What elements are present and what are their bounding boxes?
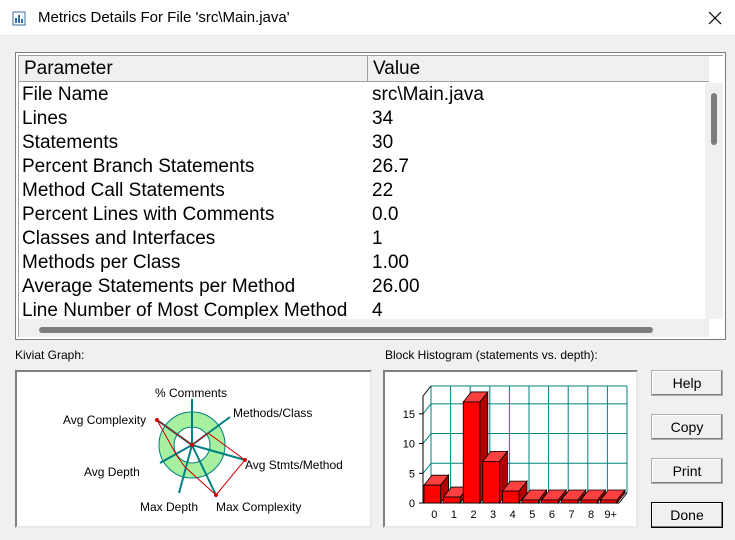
close-button[interactable] [695,0,735,36]
kiviat-axis-avg-complexity: Avg Complexity [63,413,146,427]
bar [482,460,500,504]
table-row[interactable]: Statements 30 [19,131,709,155]
bar [521,499,540,504]
bar [502,490,520,504]
y-axis-top-edge [422,385,432,397]
y-tick-label: 0 [409,498,415,510]
table-row[interactable]: Lines 34 [19,107,709,131]
parameter-cell: Methods per Class [22,252,181,273]
copy-button[interactable]: Copy [651,414,723,440]
kiviat-axis-avg-stmts-method: Avg Stmts/Method [245,458,343,472]
kiviat-panel: % Comments Methods/Class Avg Stmts/Metho… [15,370,372,528]
bar [423,484,442,504]
column-header-value[interactable]: Value [368,56,709,82]
done-button[interactable]: Done [651,502,723,528]
kiviat-axis-max-complexity: Max Complexity [216,500,301,514]
table-row[interactable]: Line Number of Most Complex Method 4 [19,299,709,319]
column-header-parameter[interactable]: Parameter [19,56,368,82]
parameter-cell: Lines [22,108,68,129]
parameter-cell: Percent Lines with Comments [22,204,275,225]
vertical-scroll-thumb[interactable] [711,93,717,145]
close-icon [708,11,722,25]
value-cell: 26.7 [372,156,409,177]
window-title: Metrics Details For File 'src\Main.java' [38,9,290,26]
histogram-panel: 0 5 10 15 0 1 2 3 4 5 6 7 8 9+ [383,370,638,528]
value-cell: 4 [372,300,383,319]
value-cell: 1 [372,228,383,249]
value-cell: 34 [372,108,394,129]
bar [599,499,618,504]
kiviat-axis-methods-class: Methods/Class [233,406,312,420]
parameter-cell: Line Number of Most Complex Method [22,300,348,319]
x-tick-label: 7 [568,509,574,521]
bar [462,401,481,504]
parameter-cell: Percent Branch Statements [22,156,255,177]
table-row[interactable]: Percent Lines with Comments 0.0 [19,203,709,227]
parameter-cell: Statements [22,132,119,153]
x-tick-label: 4 [510,509,516,521]
grid-line-diagonal [422,433,432,444]
kiviat-axis-avg-depth: Avg Depth [84,465,140,479]
table-row[interactable]: Method Call Statements 22 [19,179,709,203]
horizontal-scroll-thumb[interactable] [39,327,653,333]
app-icon [12,11,26,26]
x-tick-label: 0 [431,509,437,521]
kiviat-graph: % Comments Methods/Class Avg Stmts/Metho… [63,386,343,514]
grid-line-diagonal [422,403,432,415]
value-cell: 22 [372,180,394,201]
x-tick-label: 2 [470,509,476,521]
parameter-cell: Average Statements per Method [22,276,296,297]
x-tick-label: 6 [549,509,555,521]
help-button[interactable]: Help [651,370,723,396]
bar [580,499,598,504]
y-tick-label: 5 [409,468,415,480]
metrics-table: Parameter Value File Name src\Main.java L… [15,52,726,340]
horizontal-scrollbar[interactable] [19,319,709,337]
kiviat-label: Kiviat Graph: [15,348,85,362]
value-cell: 1.00 [372,252,409,273]
table-row[interactable]: Percent Branch Statements 26.7 [19,155,709,179]
x-tick-label: 8 [588,509,594,521]
histogram-label: Block Histogram (statements vs. depth): [385,348,598,362]
grid-line-diagonal [422,462,432,474]
bar [541,499,559,504]
value-cell: 26.00 [372,276,420,297]
y-tick-label: 15 [403,409,415,421]
value-cell: 0.0 [372,204,399,225]
x-tick-label: 3 [490,509,496,521]
title-bar: Metrics Details For File 'src\Main.java' [0,0,735,36]
parameter-cell: Method Call Statements [22,180,225,201]
x-tick-label: 1 [451,509,457,521]
table-row[interactable]: Methods per Class 1.00 [19,251,709,275]
y-tick-label: 10 [403,439,415,451]
kiviat-axis-max-depth: Max Depth [140,500,198,514]
parameter-cell: Classes and Interfaces [22,228,216,249]
vertical-scrollbar[interactable] [705,83,723,319]
table-row[interactable]: Average Statements per Method 26.00 [19,275,709,299]
value-cell: src\Main.java [372,84,484,105]
x-tick-label: 5 [529,509,535,521]
x-tick-label: 9+ [604,509,617,521]
block-histogram: 0 5 10 15 0 1 2 3 4 5 6 7 8 9+ [403,385,628,521]
table-header: Parameter Value [19,56,709,82]
value-cell: 30 [372,132,394,153]
table-body: File Name src\Main.java Lines 34 Statement… [19,83,709,319]
kiviat-axis-comments: % Comments [155,386,227,400]
parameter-cell: File Name [22,84,109,105]
table-row[interactable]: File Name src\Main.java [19,83,709,107]
bar [443,496,461,504]
table-row[interactable]: Classes and Interfaces 1 [19,227,709,251]
print-button[interactable]: Print [651,458,723,484]
bar [560,499,579,504]
